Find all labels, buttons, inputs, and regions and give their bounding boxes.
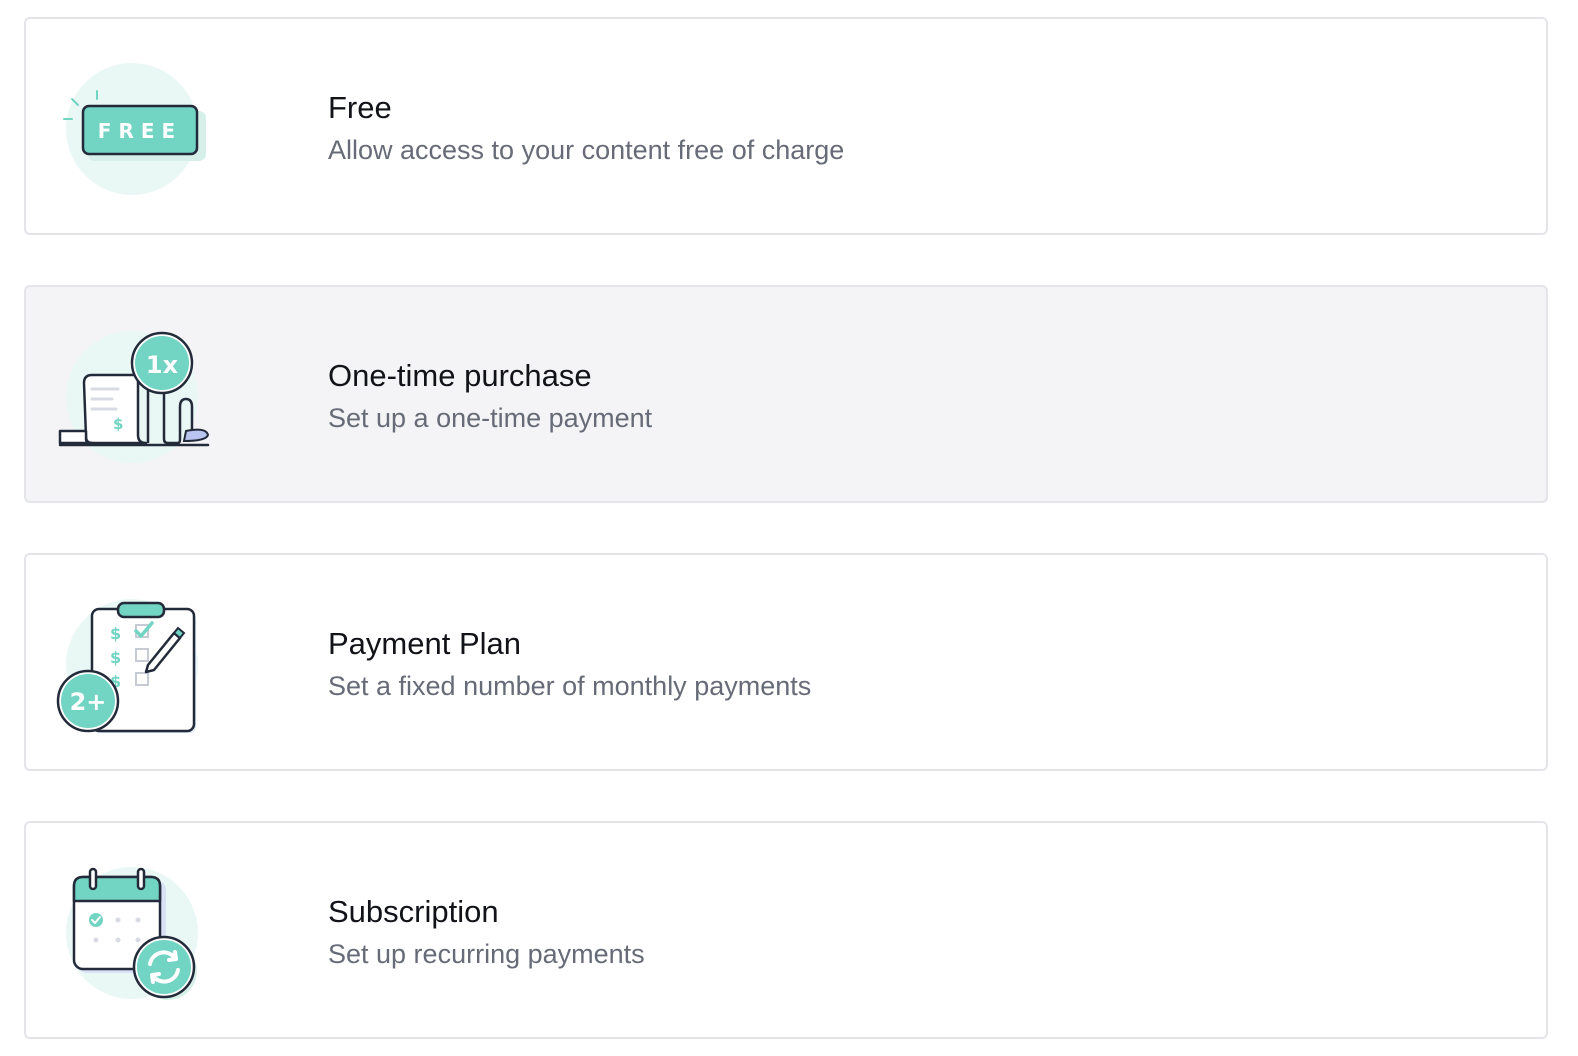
option-description: Set up a one-time payment xyxy=(328,403,653,433)
clipboard-plan-icon: $ $ $ 2+ xyxy=(56,595,216,735)
option-card-one-time-purchase[interactable]: $ 1x One-time purchase Set up a one-time… xyxy=(24,285,1548,503)
svg-text:2+: 2+ xyxy=(70,688,107,716)
option-description: Allow access to your content free of cha… xyxy=(328,135,845,165)
option-card-payment-plan[interactable]: $ $ $ 2+ Payment Plan Set a fixed number… xyxy=(24,553,1548,771)
option-title: Free xyxy=(328,90,392,125)
calendar-refresh-icon xyxy=(56,863,216,1003)
option-card-free[interactable]: FREE Free Allow access to your content f… xyxy=(24,17,1548,235)
svg-text:$: $ xyxy=(110,624,121,643)
option-title: Subscription xyxy=(328,894,499,929)
option-title: Payment Plan xyxy=(328,626,521,661)
receipt-coin-icon: $ 1x xyxy=(56,327,216,467)
svg-text:$: $ xyxy=(110,648,121,667)
svg-text:$: $ xyxy=(113,415,123,433)
svg-text:1x: 1x xyxy=(146,351,179,379)
option-title: One-time purchase xyxy=(328,358,592,393)
option-card-subscription[interactable]: Subscription Set up recurring payments xyxy=(24,821,1548,1039)
option-text: One-time purchase Set up a one-time paym… xyxy=(328,357,1428,435)
option-description: Set a fixed number of monthly payments xyxy=(328,671,812,701)
option-text: Payment Plan Set a fixed number of month… xyxy=(328,625,1428,703)
free-ticket-icon: FREE xyxy=(56,59,216,199)
option-text: Subscription Set up recurring payments xyxy=(328,893,1428,971)
option-text: Free Allow access to your content free o… xyxy=(328,89,1428,167)
svg-text:FREE: FREE xyxy=(98,119,182,143)
option-description: Set up recurring payments xyxy=(328,939,645,969)
